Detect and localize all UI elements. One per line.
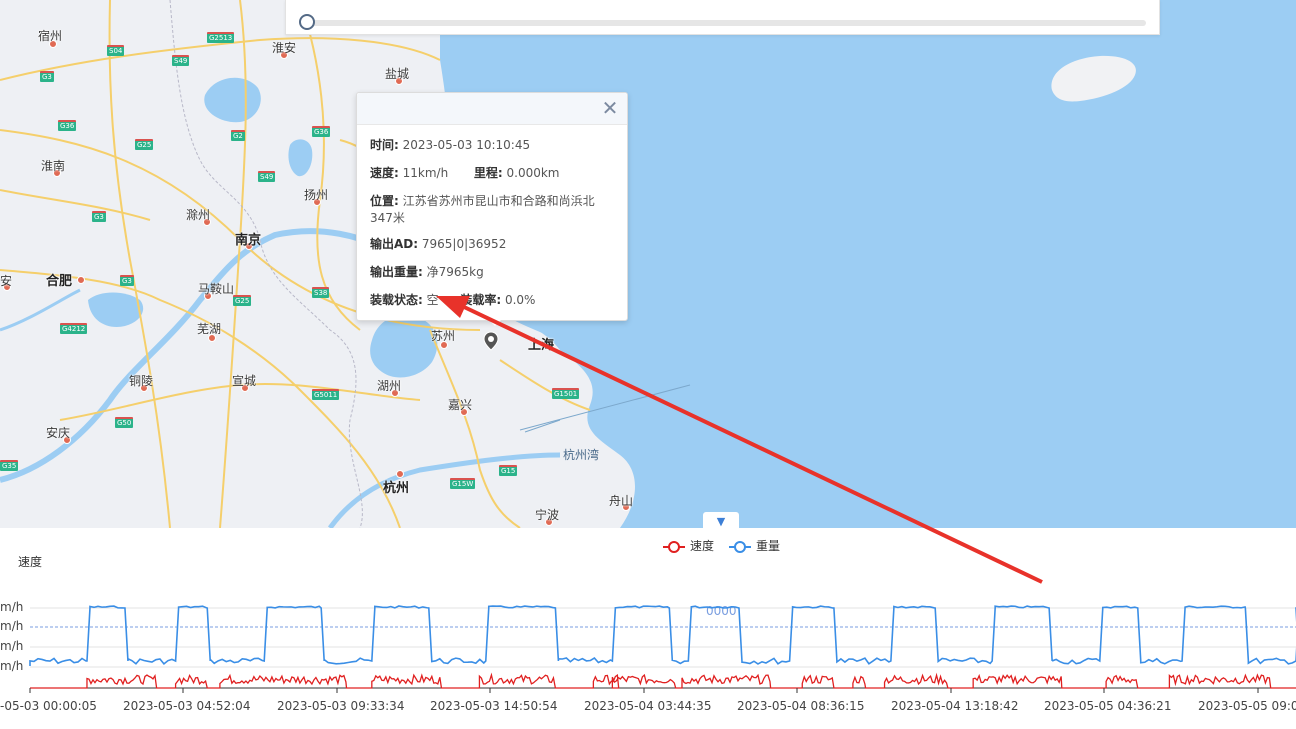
vehicle-info-popup: ✕ 时间: 2023-05-03 10:10:45 速度: 11km/h 里程:… — [356, 92, 628, 326]
speed-row: 速度: 11km/h 里程: 0.000km — [370, 165, 560, 182]
location-value: 江苏省苏州市昆山市和合路和尚浜北347米 — [370, 194, 595, 225]
weight-label: 输出重量: — [370, 265, 423, 279]
city-label: 嘉兴 — [448, 398, 473, 412]
road-shield: G3 — [120, 275, 134, 286]
city-label: 湖州 — [377, 379, 402, 393]
road-shield: S04 — [107, 45, 125, 56]
city-label: 盐城 — [385, 67, 410, 81]
y-tick-label: m/h — [0, 639, 24, 653]
x-tick-label: -05-03 00:00:05 — [0, 699, 97, 713]
city-label: 上海 — [528, 338, 555, 353]
road-shield: G2 — [231, 130, 245, 141]
load-status-label: 装载状态: — [370, 293, 423, 307]
mileage-value: 0.000km — [506, 166, 560, 180]
mileage-label: 里程: — [473, 166, 503, 180]
status-row: 装载状态: 空 装载率: 0.0% — [370, 292, 535, 309]
road-shield: S49 — [258, 171, 276, 182]
city-label: 安 — [0, 274, 13, 288]
road-shield: G1501 — [552, 388, 580, 399]
speed-value: 11km/h — [402, 166, 449, 180]
city-label: 苏州 — [431, 329, 456, 343]
city-label: 宿州 — [38, 29, 63, 43]
vehicle-location-marker[interactable] — [483, 331, 499, 355]
speed-label: 速度: — [370, 166, 399, 180]
ad-row: 输出AD: 7965|0|36952 — [370, 236, 506, 253]
close-icon[interactable]: ✕ — [601, 98, 619, 118]
city-label: 舟山 — [609, 494, 634, 508]
road-shield: G15W — [450, 478, 476, 489]
road-shield: S38 — [312, 287, 330, 298]
city-label: 芜湖 — [197, 322, 222, 336]
city-label: 铜陵 — [129, 374, 154, 388]
city-label: 淮安 — [272, 41, 297, 55]
time-value: 2023-05-03 10:10:45 — [402, 138, 531, 152]
location-label: 位置: — [370, 194, 399, 208]
road-shield: G2513 — [207, 32, 235, 43]
city-dot-icon — [77, 276, 85, 284]
road-shield: G50 — [115, 417, 134, 428]
load-rate-value: 0.0% — [504, 293, 536, 307]
playback-slider-thumb[interactable] — [299, 14, 315, 30]
popup-pointer — [487, 318, 503, 326]
weight-value: 净7965kg — [426, 265, 484, 279]
x-tick-label: 2023-05-03 04:52:04 — [123, 699, 251, 713]
road-shield: G4212 — [60, 323, 88, 334]
location-row: 位置: 江苏省苏州市昆山市和合路和尚浜北347米 — [370, 193, 610, 227]
chart-panel: 速度 重量 速度 0000 m/h m/h m/h m/h -05-03 00:00:… — [0, 528, 1296, 729]
load-rate-label: 装载率: — [460, 293, 502, 307]
y-tick-label: m/h — [0, 600, 24, 614]
ad-value: 7965|0|36952 — [421, 237, 507, 251]
playback-slider-panel — [285, 0, 1160, 35]
y-tick-label: m/h — [0, 619, 24, 633]
x-tick-label: 2023-05-03 14:50:54 — [430, 699, 558, 713]
load-status-value: 空 — [426, 293, 439, 307]
x-tick-label: 2023-05-05 04:36:21 — [1044, 699, 1172, 713]
city-label: 马鞍山 — [198, 282, 235, 296]
map-base-layer — [0, 0, 1296, 528]
time-row: 时间: 2023-05-03 10:10:45 — [370, 137, 530, 154]
city-label: 安庆 — [46, 426, 71, 440]
location-pin-icon — [483, 331, 499, 351]
city-label: 扬州 — [304, 188, 329, 202]
triangle-down-icon: ▼ — [716, 515, 726, 528]
weight-series-line — [29, 605, 1296, 666]
time-label: 时间: — [370, 138, 399, 152]
city-label: 合肥 — [46, 274, 73, 289]
road-shield: G36 — [312, 126, 331, 137]
map-view[interactable]: G2513 S04 S49 G3 G36 G25 G2 G36 S49 G3 G3 G25 S38 G42… — [0, 0, 1296, 528]
city-label: 南京 — [235, 233, 262, 248]
road-shield: G25 — [135, 139, 154, 150]
ad-label: 输出AD: — [370, 237, 419, 251]
city-label: 杭州湾 — [563, 448, 600, 462]
city-label: 杭州 — [383, 481, 410, 496]
city-label: 淮南 — [41, 159, 66, 173]
x-tick-label: 2023-05-05 09:07 — [1198, 699, 1296, 713]
y-tick-label: m/h — [0, 659, 24, 673]
speed-series-line — [30, 672, 1296, 689]
road-shield: G5011 — [312, 389, 340, 400]
road-shield: S49 — [172, 55, 190, 66]
road-shield: G3 — [40, 71, 54, 82]
city-label: 宣城 — [232, 374, 257, 388]
x-tick-label: 2023-05-04 03:44:35 — [584, 699, 712, 713]
road-shield: G35 — [0, 460, 19, 471]
city-label: 滁州 — [186, 208, 211, 222]
road-shield: G36 — [58, 120, 77, 131]
playback-slider-track[interactable] — [306, 20, 1146, 26]
weight-row: 输出重量: 净7965kg — [370, 264, 484, 281]
popup-header — [357, 93, 627, 125]
x-tick-label: 2023-05-04 13:18:42 — [891, 699, 1019, 713]
city-label: 宁波 — [535, 508, 560, 522]
road-shield: G25 — [233, 295, 252, 306]
road-shield: G3 — [92, 211, 106, 222]
collapse-chart-button[interactable]: ▼ — [703, 512, 739, 529]
x-tick-label: 2023-05-04 08:36:15 — [737, 699, 865, 713]
road-shield: G15 — [499, 465, 518, 476]
x-tick-label: 2023-05-03 09:33:34 — [277, 699, 405, 713]
